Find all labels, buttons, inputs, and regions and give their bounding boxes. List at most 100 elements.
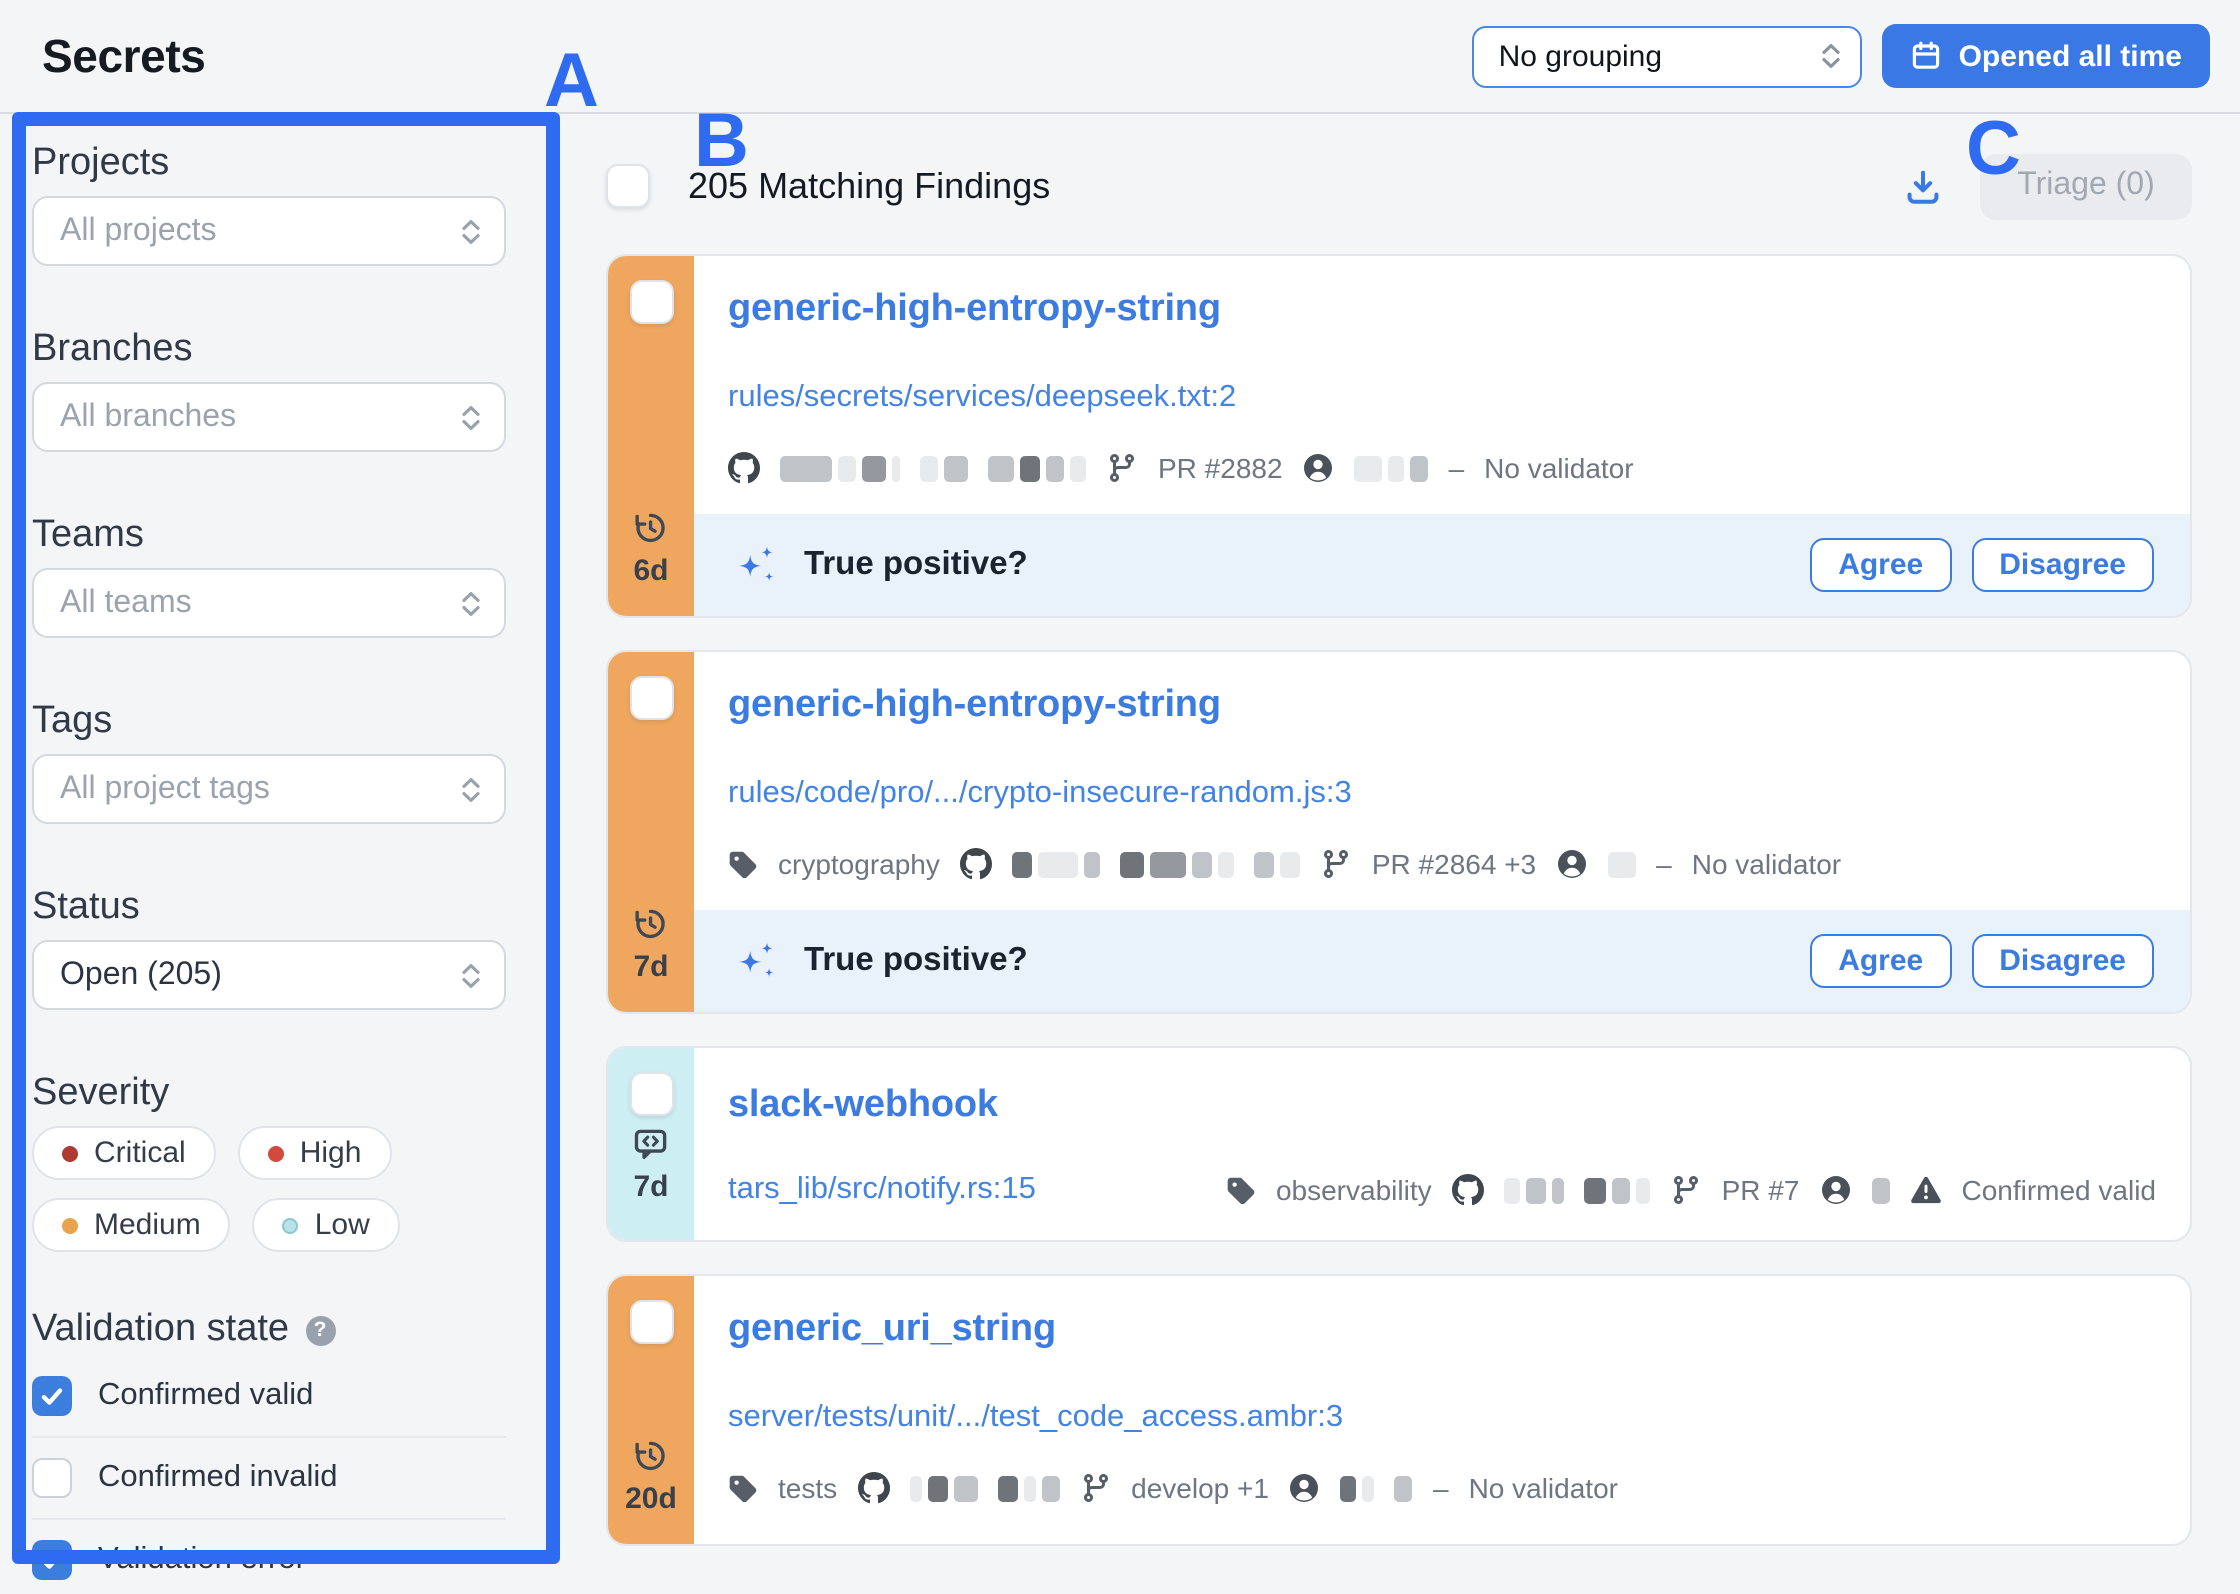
finding-age: 7d [632,906,670,984]
validation-state-label-text: Validation state [32,1308,289,1352]
redacted-text [997,1475,1059,1501]
projects-select-value: All projects [60,213,460,249]
select-all-checkbox[interactable] [606,164,650,208]
agree-button[interactable]: Agree [1810,538,1951,592]
history-icon [632,510,670,548]
teams-select[interactable]: All teams [32,568,506,638]
help-icon[interactable]: ? [305,1315,335,1345]
finding-checkbox[interactable] [629,676,673,720]
git-branch-icon [1320,848,1352,880]
finding-title-link[interactable]: generic-high-entropy-string [728,684,1221,728]
person-icon [1819,1174,1851,1206]
triage-button[interactable]: Triage (0) [1980,153,2192,219]
divider [32,1518,506,1520]
meta-text: tests [778,1472,837,1504]
validation-checkbox-3[interactable] [32,1540,72,1580]
validation-option-row: Confirmed valid [32,1362,506,1430]
tag-icon [728,849,758,879]
filter-validation-state: Validation state ? Confirmed valid Confir… [32,1308,506,1594]
status-select-value: Open (205) [60,957,460,993]
finding-content: slack-webhooktars_lib/src/notify.rs:15ob… [694,1048,2190,1240]
filter-status: Status Open (205) [32,886,506,1010]
validation-options-list: Confirmed validConfirmed invalidValidati… [32,1362,506,1594]
page-title: Secrets [42,29,205,83]
finding-path-link[interactable]: server/tests/unit/.../test_code_access.a… [728,1400,1343,1436]
finding-checkbox[interactable] [629,280,673,324]
check-icon [38,1546,66,1574]
grouping-select[interactable]: No grouping [1473,25,1863,87]
severity-dot [62,1217,78,1233]
severity-stripe: 7d [608,652,694,1012]
true-positive-prompt-bar: True positive?AgreeDisagree [694,514,2190,616]
finding-checkbox[interactable] [629,1072,673,1116]
agree-button[interactable]: Agree [1810,934,1951,988]
disagree-button[interactable]: Disagree [1971,934,2154,988]
finding-meta-row: observabilityPR #7Confirmed valid [1226,1174,2156,1206]
projects-select[interactable]: All projects [32,196,506,266]
redacted-text [1254,851,1300,877]
redacted-text [1504,1177,1564,1203]
meta-text: Confirmed valid [1961,1174,2156,1206]
branches-label: Branches [32,328,506,372]
findings-toolbar: 205 Matching Findings Triage (0) [606,152,2192,220]
finding-age: 7d [632,1126,670,1204]
divider [32,1436,506,1438]
branches-select[interactable]: All branches [32,382,506,452]
severity-stripe: 20d [608,1276,694,1544]
findings-main: 205 Matching Findings Triage (0) 6dgener… [606,112,2192,1578]
finding-card: 7d slack-webhook tars_lib/src/notify.rs:15… [606,1046,2192,1242]
disagree-button[interactable]: Disagree [1971,538,2154,592]
meta-text: cryptography [778,848,940,880]
status-label: Status [32,886,506,930]
export-download-button[interactable] [1898,161,1948,211]
tags-select[interactable]: All project tags [32,754,506,824]
findings-list: 6dgeneric-high-entropy-stringrules/secre… [606,254,2192,1546]
download-icon [1902,165,1944,207]
person-icon [1556,848,1588,880]
finding-path-link[interactable]: rules/secrets/services/deepseek.txt:2 [728,380,1236,416]
finding-title-link[interactable]: generic-high-entropy-string [728,288,1221,332]
tags-label: Tags [32,700,506,744]
status-select[interactable]: Open (205) [32,940,506,1010]
finding-path-link[interactable]: rules/code/pro/.../crypto-insecure-rando… [728,776,1352,812]
finding-title-link[interactable]: slack-webhook [728,1084,998,1128]
meta-text: develop +1 [1131,1472,1269,1504]
finding-age-label: 20d [625,1482,677,1516]
filter-projects: Projects All projects [32,142,506,266]
git-branch-icon [1106,452,1138,484]
validation-checkbox-2[interactable] [32,1458,72,1498]
severity-chip-high[interactable]: High [238,1126,392,1180]
tag-icon [1226,1175,1256,1205]
meta-text: No validator [1484,452,1633,484]
finding-content: generic-high-entropy-string rules/code/pr… [694,652,2190,1012]
filter-tags: Tags All project tags [32,700,506,824]
severity-dot [283,1217,299,1233]
github-icon [1452,1174,1484,1206]
github-icon [960,848,992,880]
redacted-text [909,1475,977,1501]
finding-meta-row: PR #2882–No validator [728,452,2190,484]
validation-option-label: Confirmed invalid [98,1460,338,1496]
redacted-text [1395,1475,1413,1501]
filters-sidebar: Projects All projects Branches All branc… [32,142,506,1594]
redacted-text [1341,1475,1375,1501]
severity-chip-critical[interactable]: Critical [32,1126,216,1180]
person-icon [1289,1472,1321,1504]
true-positive-question: True positive? [804,942,1028,980]
calendar-icon [1911,40,1943,72]
meta-text: PR #7 [1722,1174,1800,1206]
finding-age-label: 7d [633,950,668,984]
chevron-updown-icon [460,773,482,805]
redacted-text [1012,851,1100,877]
validation-checkbox-1[interactable] [32,1376,72,1416]
validation-option-label: Confirmed valid [98,1378,313,1414]
tags-select-value: All project tags [60,771,460,807]
finding-checkbox[interactable] [629,1300,673,1344]
finding-title-link[interactable]: generic_uri_string [728,1308,1056,1352]
github-icon [728,452,760,484]
severity-chip-low[interactable]: Low [253,1198,400,1252]
redacted-text [1608,851,1636,877]
finding-path-link[interactable]: tars_lib/src/notify.rs:15 [728,1172,1036,1208]
severity-chip-medium[interactable]: Medium [32,1198,231,1252]
opened-all-time-button[interactable]: Opened all time [1883,24,2210,88]
